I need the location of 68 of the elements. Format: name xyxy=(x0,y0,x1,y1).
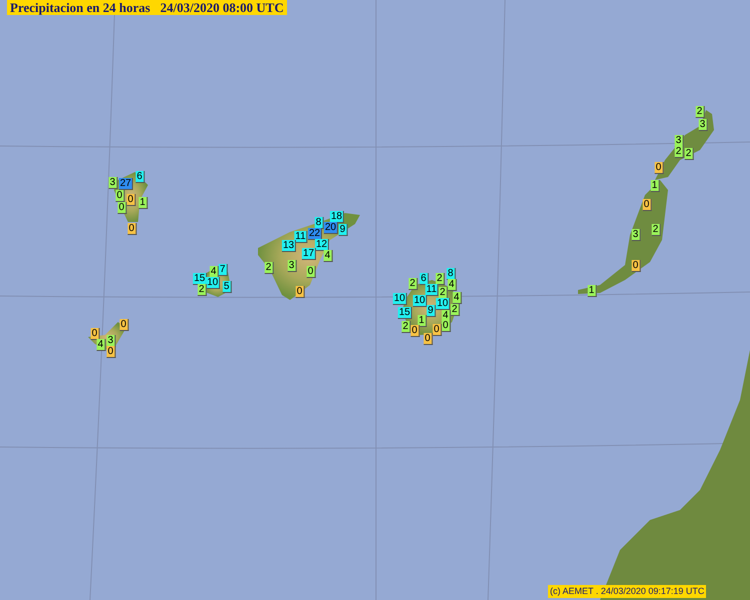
precipitation-label: 4 xyxy=(452,292,462,304)
precipitation-label: 8 xyxy=(314,217,324,229)
precipitation-label: 0 xyxy=(90,328,100,340)
precipitation-label: 0 xyxy=(296,286,304,298)
precipitation-label: 6 xyxy=(420,273,428,285)
precipitation-label: 15 xyxy=(192,273,208,285)
precipitation-label: 10 xyxy=(412,295,428,307)
precipitation-label: 13 xyxy=(282,240,296,252)
precipitation-label: 3 xyxy=(674,135,684,147)
precipitation-label: 5 xyxy=(222,281,232,293)
precipitation-label: 1 xyxy=(650,180,660,192)
precipitation-label: 10 xyxy=(436,298,450,310)
precipitation-label: 2 xyxy=(652,224,660,236)
map-title: Precipitacion en 24 horas xyxy=(10,0,150,15)
precipitation-label: 11 xyxy=(294,231,308,243)
precipitation-label: 2 xyxy=(408,278,418,290)
precipitation-label: 2 xyxy=(674,146,684,158)
precipitation-label: 0 xyxy=(410,325,420,337)
precipitation-label: 27 xyxy=(118,178,134,190)
precipitation-label: 3 xyxy=(632,229,640,241)
precipitation-label: 2 xyxy=(402,321,410,333)
precipitation-label: 3 xyxy=(288,260,296,272)
precipitation-label: 10 xyxy=(206,277,220,289)
precipitation-label: 12 xyxy=(314,239,330,251)
precipitation-label: 0 xyxy=(116,190,124,202)
precipitation-label: 1 xyxy=(418,315,426,327)
precipitation-label: 2 xyxy=(436,273,444,285)
precipitation-label: 0 xyxy=(442,320,450,332)
precipitation-label: 3 xyxy=(698,119,708,131)
precipitation-label: 20 xyxy=(324,222,338,234)
precipitation-label: 0 xyxy=(128,223,136,235)
precipitation-label: 8 xyxy=(446,268,456,280)
precipitation-label: 1 xyxy=(138,197,148,209)
precipitation-label: 2 xyxy=(438,287,448,299)
precipitation-label: 4 xyxy=(210,266,218,278)
precipitation-label: 3 xyxy=(108,177,118,189)
precipitation-label: 2 xyxy=(684,148,694,160)
precipitation-label: 0 xyxy=(126,194,136,206)
precipitation-label: 7 xyxy=(218,264,228,276)
precipitation-label: 2 xyxy=(198,284,206,296)
precipitation-label: 0 xyxy=(642,199,652,211)
precipitation-label: 0 xyxy=(120,319,128,331)
precipitation-label: 2 xyxy=(264,262,274,274)
precipitation-label: 0 xyxy=(106,346,116,358)
precipitation-label: 4 xyxy=(96,339,106,351)
precipitation-label: 11 xyxy=(425,284,439,296)
precipitation-label: 9 xyxy=(338,224,348,236)
precipitation-label: 6 xyxy=(136,171,144,183)
precipitation-label: 4 xyxy=(324,250,332,262)
map-timestamp: 24/03/2020 08:00 UTC xyxy=(160,0,284,15)
precipitation-label: 22 xyxy=(308,228,322,240)
precipitation-label: 18 xyxy=(330,211,344,223)
precipitation-label: 15 xyxy=(398,307,412,319)
precipitation-label: 2 xyxy=(450,304,460,316)
precipitation-label: 2 xyxy=(696,106,704,118)
precipitation-label: 0 xyxy=(118,202,126,214)
precipitation-label: 9 xyxy=(426,305,436,317)
precipitation-label: 3 xyxy=(106,335,116,347)
precipitation-label: 10 xyxy=(392,293,408,305)
precipitation-label: 4 xyxy=(448,279,456,291)
precipitation-label: 0 xyxy=(432,324,442,336)
precipitation-label: 0 xyxy=(306,266,316,278)
precipitation-label: 1 xyxy=(588,285,596,297)
precipitation-label: 0 xyxy=(424,333,432,345)
copyright-footer: (c) AEMET . 24/03/2020 09:17:19 UTC xyxy=(548,585,706,598)
precipitation-label: 0 xyxy=(632,260,640,272)
precipitation-label: 17 xyxy=(302,248,316,260)
precipitation-label: 0 xyxy=(654,162,664,174)
